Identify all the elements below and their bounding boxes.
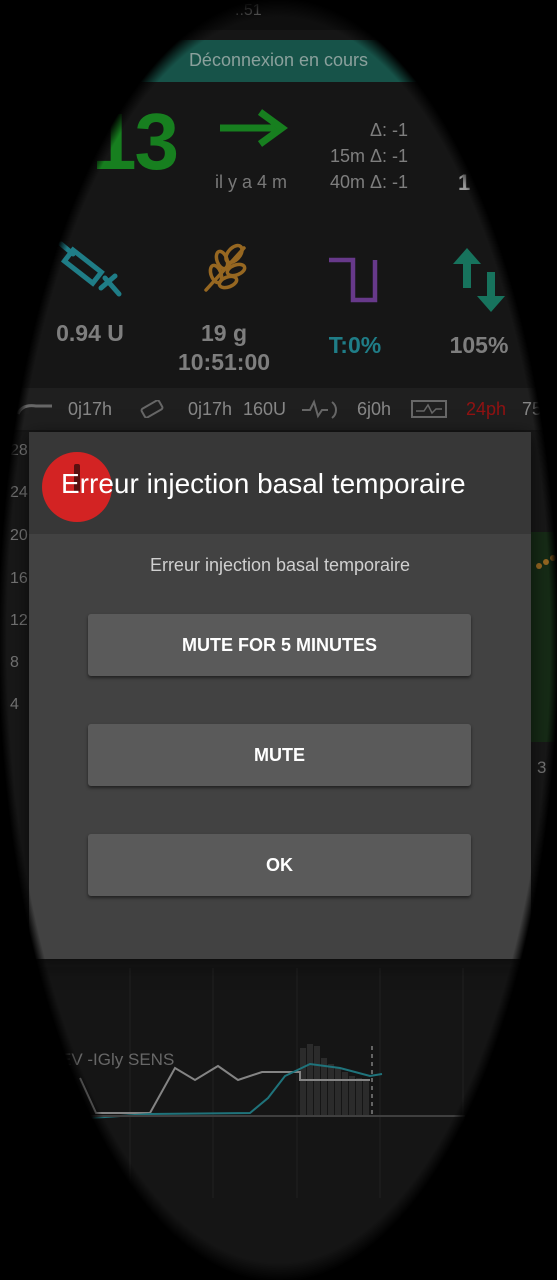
mute-5-minutes-button[interactable]: MUTE FOR 5 MINUTES [88, 614, 471, 676]
dialog-message: Erreur injection basal temporaire [149, 555, 411, 575]
mute-button[interactable]: MUTE [88, 724, 471, 786]
dialog-header: Erreur injection basal temporaire [29, 432, 531, 534]
dialog-title: Erreur injection basal temporaire [61, 468, 466, 499]
ok-button[interactable]: OK [88, 834, 471, 896]
error-dialog: Erreur injection basal temporaire Erreur… [29, 432, 531, 959]
